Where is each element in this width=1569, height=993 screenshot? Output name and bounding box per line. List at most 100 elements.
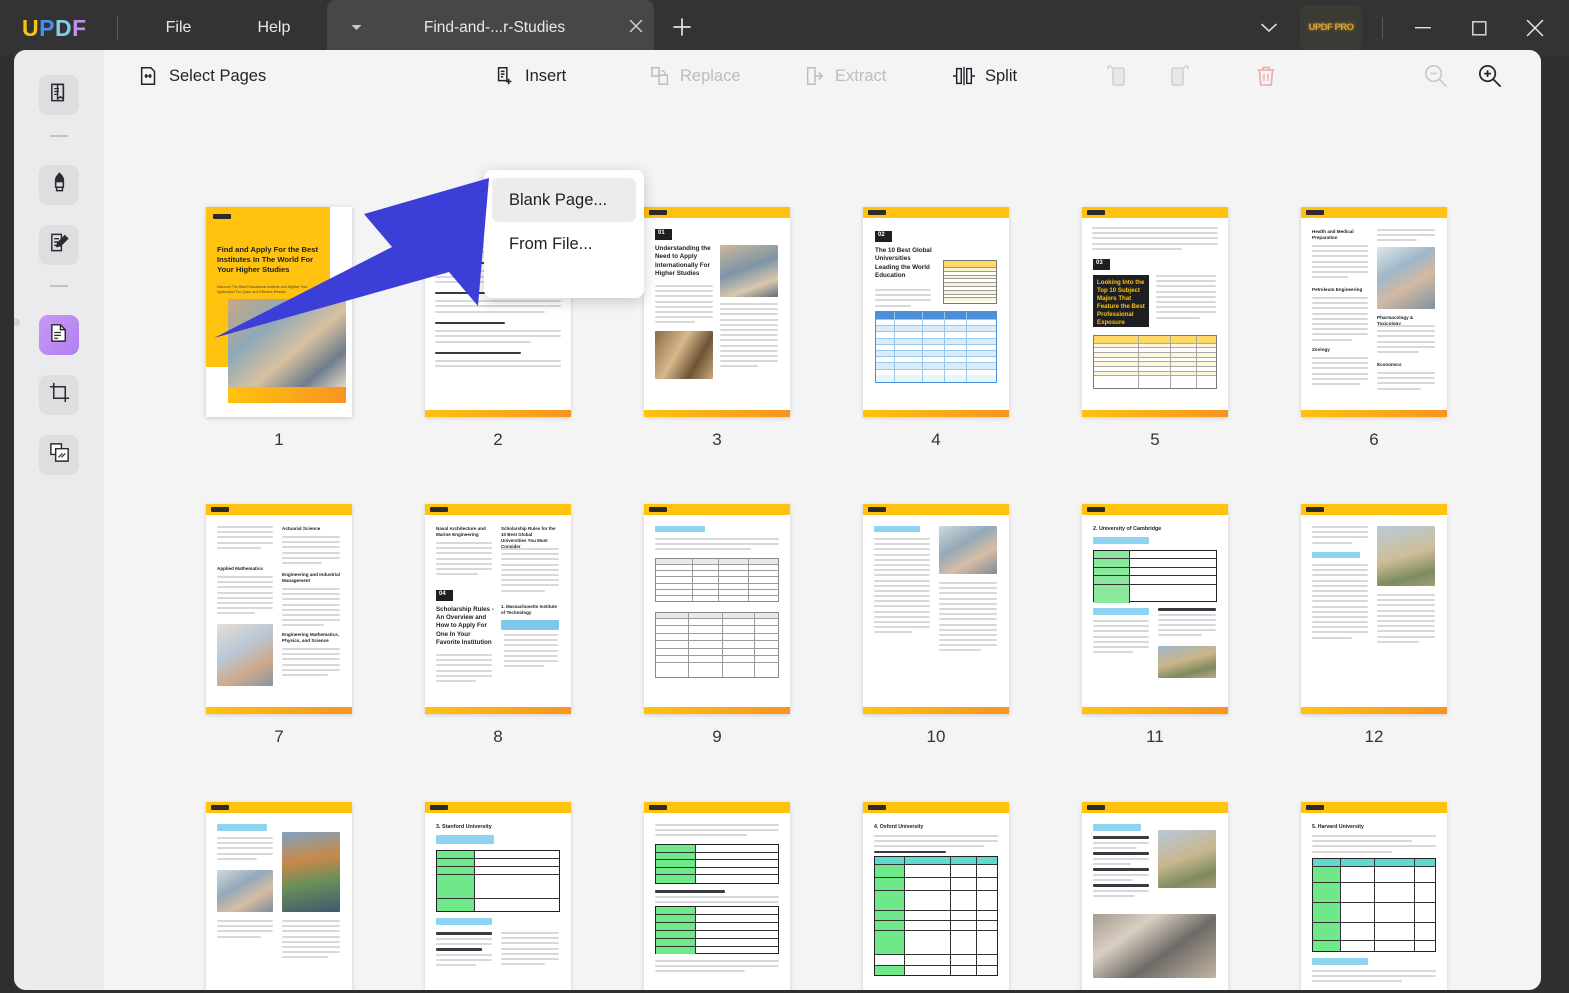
page-canvas-14: 3. Stanford University	[425, 802, 571, 990]
page-canvas-3: 01 Understanding the Need to Apply Inter…	[644, 207, 790, 417]
insert-page-icon	[494, 65, 516, 87]
sidebar-item-organize[interactable]	[39, 315, 79, 355]
tab-close-icon[interactable]	[618, 18, 654, 38]
rotate-left-button[interactable]	[1104, 56, 1130, 96]
new-tab-button[interactable]	[668, 16, 696, 44]
split-page-icon	[952, 65, 976, 87]
pages-toolbar: Select Pages Insert Replace	[104, 50, 1541, 102]
reader-bookmark-icon	[48, 81, 71, 109]
help-menu[interactable]: Help	[239, 0, 308, 56]
section-heading-6a: Health and Medical Preparation	[1312, 229, 1368, 241]
page-thumbnail-13[interactable]: 13	[179, 802, 379, 990]
page-thumbnail-4[interactable]: 02 The 10 Best Global Universities Leadi…	[836, 207, 1036, 450]
page-canvas-8: Naval Architecture and Marine Engineerin…	[425, 504, 571, 714]
page-canvas-17	[1082, 802, 1228, 990]
section-heading-7a: Applied Mathematics	[217, 566, 273, 571]
page-number-11: 11	[1055, 727, 1255, 747]
close-window-button[interactable]	[1507, 0, 1563, 56]
page-canvas-11: 2. University of Cambridge	[1082, 504, 1228, 714]
page-thumbnail-7[interactable]: Applied Mathematics Actuarial Science En…	[179, 504, 379, 747]
page-number-5: 5	[1055, 430, 1255, 450]
crop-icon	[48, 381, 71, 409]
insert-button[interactable]: Insert	[494, 56, 566, 96]
extract-button: Extract	[804, 56, 886, 96]
page-thumbnail-8[interactable]: Naval Architecture and Marine Engineerin…	[398, 504, 598, 747]
page-number-7: 7	[179, 727, 379, 747]
page-thumbnail-9[interactable]: 9	[617, 504, 817, 747]
delete-icon	[1254, 64, 1278, 88]
left-sidebar	[14, 50, 104, 990]
page-thumbnail-16[interactable]: 4. Oxford University	[836, 802, 1036, 990]
page-thumbnail-12[interactable]: 12	[1274, 504, 1474, 747]
cover-title: Find and Apply For the Best Institutes I…	[217, 245, 322, 275]
rotate-left-icon	[1104, 64, 1130, 88]
select-pages-button[interactable]: Select Pages	[138, 56, 266, 96]
logo-letter-d: D	[55, 15, 72, 42]
page-thumbnail-10[interactable]: 10	[836, 504, 1036, 747]
page-thumbnail-18[interactable]: 5. Harvard University	[1274, 802, 1474, 990]
sidebar-item-crop[interactable]	[39, 375, 79, 415]
zoom-in-icon	[1476, 76, 1503, 93]
replace-button: Replace	[649, 56, 741, 96]
page-thumbnail-1[interactable]: Find and Apply For the Best Institutes I…	[179, 207, 379, 450]
page-number-9: 9	[617, 727, 817, 747]
zoom-out-button[interactable]	[1422, 62, 1450, 90]
tab-title: Find-and-...r-Studies	[371, 19, 618, 37]
maximize-button[interactable]	[1451, 0, 1507, 56]
chapter-badge-8: 04	[436, 590, 453, 598]
page-thumbnail-5[interactable]: 03 Looking Into the Top 10 Subject Major…	[1055, 207, 1255, 450]
university-title-16: 4. Oxford University	[874, 824, 923, 830]
chevron-down-icon[interactable]	[1246, 21, 1292, 36]
tab-dropdown-icon[interactable]	[341, 22, 371, 34]
delete-button[interactable]	[1254, 56, 1278, 96]
split-label: Split	[985, 67, 1017, 86]
sidebar-item-annotate[interactable]	[39, 165, 79, 205]
page-canvas-9	[644, 504, 790, 714]
pro-badge-label: UPDF PRO	[1308, 23, 1353, 33]
logo-letter-p: P	[39, 15, 55, 42]
pages-grid[interactable]: Find and Apply For the Best Institutes I…	[104, 102, 1541, 990]
updf-pro-badge[interactable]: UPDF PRO	[1300, 5, 1362, 51]
chapter-title-5: Looking Into the Top 10 Subject Majors T…	[1093, 275, 1149, 331]
window-controls-separator	[1382, 17, 1383, 39]
minimize-button[interactable]	[1395, 0, 1451, 56]
menu-item-from-file[interactable]: From File...	[492, 222, 636, 266]
split-button[interactable]: Split	[952, 56, 1017, 96]
page-number-12: 12	[1274, 727, 1474, 747]
chapter-title-8: Scholarship Rules - An Overview and How …	[436, 606, 494, 647]
rotate-right-button[interactable]	[1166, 56, 1192, 96]
window-controls: UPDF PRO	[1246, 0, 1569, 56]
sidebar-item-reader[interactable]	[39, 75, 79, 115]
page-thumbnail-17[interactable]: 17	[1055, 802, 1255, 990]
page-thumbnail-11[interactable]: 2. University of Cambridge	[1055, 504, 1255, 747]
page-thumbnail-6[interactable]: Health and Medical Preparation Petroleum…	[1274, 207, 1474, 450]
page-number-1: 1	[179, 430, 379, 450]
insert-label: Insert	[525, 67, 566, 86]
page-canvas-15	[644, 802, 790, 990]
page-canvas-18: 5. Harvard University	[1301, 802, 1447, 990]
page-canvas-4: 02 The 10 Best Global Universities Leadi…	[863, 207, 1009, 417]
page-thumbnail-14[interactable]: 3. Stanford University	[398, 802, 598, 990]
sidebar-resize-handle[interactable]	[14, 318, 20, 326]
sidebar-item-edit[interactable]	[39, 225, 79, 265]
document-tab[interactable]: Find-and-...r-Studies	[327, 0, 654, 56]
page-number-10: 10	[836, 727, 1036, 747]
cover-subtitle: Discover The Best Educational Institute …	[217, 285, 319, 296]
section-heading-7c: Engineering and Industrial Management	[282, 572, 340, 584]
page-thumbnail-3[interactable]: 01 Understanding the Need to Apply Inter…	[617, 207, 817, 450]
page-canvas-13	[206, 802, 352, 990]
replace-label: Replace	[680, 67, 741, 86]
edit-document-icon	[48, 231, 71, 259]
select-pages-label: Select Pages	[169, 67, 266, 86]
zoom-in-button[interactable]	[1476, 62, 1504, 90]
page-canvas-12	[1301, 504, 1447, 714]
replace-page-icon	[649, 65, 671, 87]
section-heading-6e: Economics	[1377, 362, 1435, 367]
insert-dropdown-menu[interactable]: Blank Page... From File...	[484, 170, 644, 298]
file-menu[interactable]: File	[148, 0, 210, 56]
menu-item-blank-page[interactable]: Blank Page...	[492, 178, 636, 222]
chapter-title-4: The 10 Best Global Universities Leading …	[875, 247, 933, 281]
page-canvas-1: Find and Apply For the Best Institutes I…	[206, 207, 352, 417]
page-thumbnail-15[interactable]: 15	[617, 802, 817, 990]
sidebar-item-batch[interactable]	[39, 435, 79, 475]
